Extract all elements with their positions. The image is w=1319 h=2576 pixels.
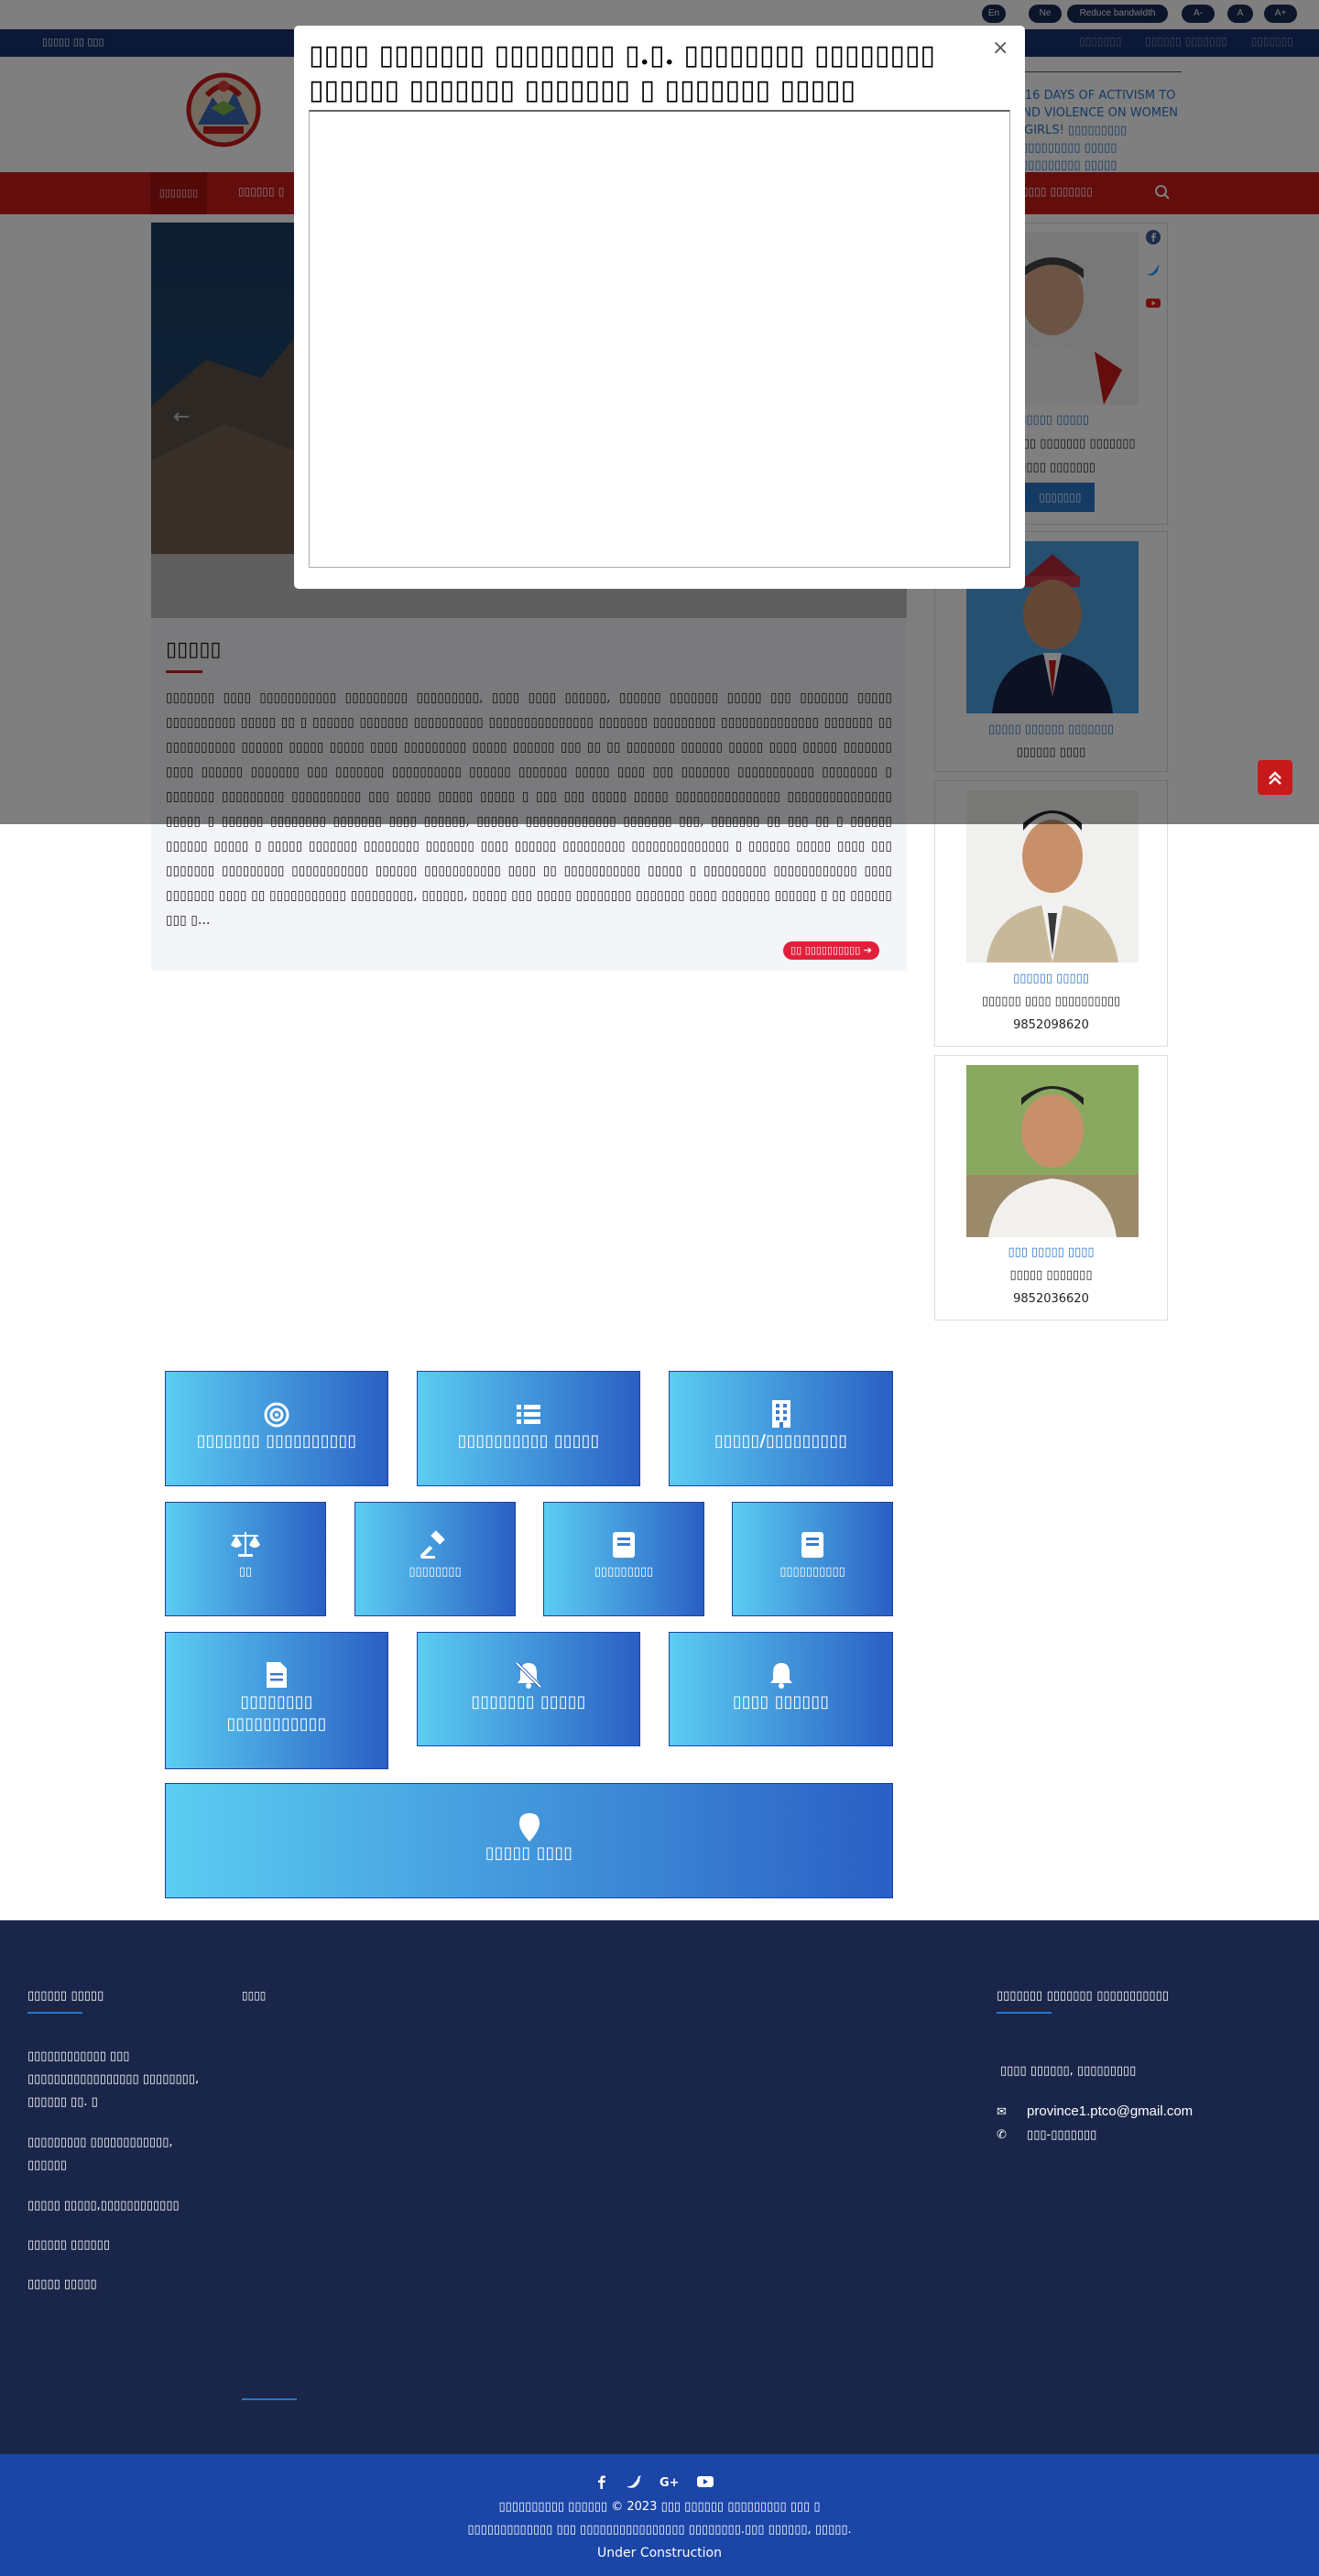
official-photo-4[interactable]	[966, 1065, 1139, 1237]
balance-scale-icon	[166, 1530, 325, 1561]
footer-phone-row: ✆ ▯▯▯-▯▯▯▯▯▯▯	[997, 2124, 1096, 2147]
footer-facebook-icon[interactable]	[593, 2473, 611, 2491]
official-name-3[interactable]: ▯▯▯▯▯▯ ▯▯▯▯▯	[935, 972, 1167, 985]
book-icon	[733, 1530, 892, 1563]
book-icon	[544, 1530, 703, 1563]
building-icon	[670, 1399, 892, 1432]
footer-address: ▯▯▯▯ ▯▯▯▯▯▯, ▯▯▯▯▯▯▯▯▯	[1000, 2064, 1137, 2078]
footer-link-1c[interactable]: ▯▯▯▯▯▯ ▯▯. ▯	[27, 2091, 98, 2114]
tile-publications-line1: ▯▯▯▯▯▯▯▯	[240, 1692, 313, 1712]
arrow-right-icon: ➔	[863, 944, 872, 956]
footer-youtube-icon[interactable]	[696, 2473, 714, 2491]
tile-old-notices-label: ▯▯▯▯▯▯▯ ▯▯▯▯▯	[471, 1692, 586, 1712]
tile-organization[interactable]: ▯▯▯▯▯/▯▯▯▯▯▯▯▯▯	[669, 1371, 893, 1486]
bell-icon	[670, 1660, 892, 1693]
official-role-4: ▯▯▯▯▯ ▯▯▯▯▯▯▯	[1009, 1268, 1093, 1282]
chevron-double-up-icon	[1269, 771, 1281, 785]
tile-new-notices-label: ▯▯▯▯ ▯▯▯▯▯▯	[732, 1692, 830, 1712]
site-footer: ▯▯▯▯▯▯ ▯▯▯▯▯ ▯▯▯▯▯▯▯▯▯▯▯▯ ▯▯▯ ▯▯▯▯▯▯▯▯▯▯…	[0, 1920, 1319, 2454]
tile-objectives-label: ▯▯▯▯▯▯▯ ▯▯▯▯▯▯▯▯▯▯	[196, 1431, 357, 1451]
footer-phone[interactable]: ▯▯▯-▯▯▯▯▯▯▯	[1027, 2128, 1096, 2142]
footer-twitter-icon[interactable]	[625, 2473, 643, 2491]
footer-contact-title: ▯▯▯▯▯▯▯ ▯▯▯▯▯▯▯ ▯▯▯▯▯▯▯▯▯▯▯	[997, 1989, 1169, 2003]
footer-google-plus-icon[interactable]: G+	[660, 2473, 678, 2491]
tile-publications[interactable]: ▯▯▯▯▯▯▯▯ ▯▯▯▯▯▯▯▯▯▯▯	[165, 1632, 388, 1769]
bottom-bar: G+ ▯▯▯▯▯▯▯▯▯▯ ▯▯▯▯▯▯ © 2023 ▯▯▯ ▯▯▯▯▯▯ ▯…	[0, 2454, 1319, 2576]
official-role-3: ▯▯▯▯▯▯ ▯▯▯▯ ▯▯▯▯▯▯▯▯▯▯	[981, 995, 1121, 1008]
footer-email[interactable]: province1.ptco@gmail.com	[1027, 2103, 1193, 2119]
envelope-icon: ✉	[997, 2105, 1007, 2119]
modal-title: ▯▯▯▯ ▯▯▯▯▯▯▯ ▯▯▯▯▯▯▯▯ ▯.▯. ▯▯▯▯▯▯▯▯ ▯▯▯▯…	[309, 39, 935, 106]
tile-procedures[interactable]: ▯▯▯▯▯▯▯▯▯▯	[732, 1502, 893, 1616]
copyright-text: ▯▯▯▯▯▯▯▯▯▯ ▯▯▯▯▯▯ © 2023 ▯▯▯ ▯▯▯▯▯▯ ▯▯▯▯…	[498, 2500, 821, 2514]
svg-text:G+: G+	[660, 2476, 678, 2490]
gavel-icon	[355, 1530, 515, 1563]
notice-modal: ▯▯▯▯ ▯▯▯▯▯▯▯ ▯▯▯▯▯▯▯▯ ▯.▯. ▯▯▯▯▯▯▯▯ ▯▯▯▯…	[294, 26, 1025, 589]
footer-link-4[interactable]: ▯▯▯▯▯▯ ▯▯▯▯▯▯	[27, 2234, 110, 2256]
tile-organization-label: ▯▯▯▯▯/▯▯▯▯▯▯▯▯▯	[714, 1431, 848, 1451]
tile-publications-label: ▯▯▯▯▯▯▯▯ ▯▯▯▯▯▯▯▯▯▯▯	[166, 1691, 387, 1735]
footer-link-2[interactable]: ▯▯▯▯▯▯▯▯▯ ▯▯▯▯▯▯▯▯▯▯▯▯,	[27, 2131, 173, 2154]
bell-slash-icon	[418, 1660, 639, 1693]
phone-icon: ✆	[997, 2128, 1007, 2142]
official-name-4[interactable]: ▯▯▯ ▯▯▯▯▯ ▯▯▯▯	[935, 1245, 1167, 1259]
read-more-button[interactable]: ▯▯ ▯▯▯▯▯▯▯▯▯▯ ➔	[783, 941, 879, 960]
tile-law[interactable]: ▯▯	[165, 1502, 326, 1616]
tile-services-label: ▯▯▯▯▯▯▯▯▯▯ ▯▯▯▯▯	[457, 1431, 600, 1451]
footer-link-2b[interactable]: ▯▯▯▯▯▯	[27, 2154, 67, 2177]
list-icon	[418, 1401, 639, 1432]
tile-publications-line2: ▯▯▯▯▯▯▯▯▯▯▯	[226, 1714, 327, 1734]
official-phone-4: 9852036620	[1013, 1292, 1089, 1306]
tile-procedures-label: ▯▯▯▯▯▯▯▯▯▯	[779, 1565, 845, 1579]
target-icon	[166, 1401, 387, 1432]
tile-law-label: ▯▯	[238, 1565, 253, 1579]
footer-col1-underline	[27, 2012, 82, 2014]
map-marker-icon	[166, 1811, 892, 1846]
tile-location[interactable]: ▯▯▯▯▯ ▯▯▯▯	[165, 1783, 893, 1898]
back-to-top-button[interactable]	[1258, 760, 1292, 795]
footer-col1-title: ▯▯▯▯▯▯ ▯▯▯▯▯	[27, 1989, 104, 2003]
modal-document-frame[interactable]	[309, 110, 1010, 568]
footer-col2-underline	[242, 2398, 297, 2400]
footer-col2-title: ▯▯▯▯	[242, 1989, 267, 2002]
tile-regulations-label: ▯▯▯▯▯▯▯▯	[409, 1565, 462, 1579]
site-status-text: Under Construction	[597, 2546, 722, 2560]
tile-services[interactable]: ▯▯▯▯▯▯▯▯▯▯ ▯▯▯▯▯	[417, 1371, 640, 1486]
footer-link-1[interactable]: ▯▯▯▯▯▯▯▯▯▯▯▯ ▯▯▯	[27, 2045, 129, 2068]
document-icon	[166, 1660, 387, 1693]
footer-link-1b[interactable]: ▯▯▯▯▯▯▯▯▯▯▯▯▯▯▯▯▯ ▯▯▯▯▯▯▯▯,	[27, 2068, 199, 2091]
footer-contact-underline	[997, 2012, 1052, 2014]
official-phone-3: 9852098620	[1013, 1018, 1089, 1032]
read-more-label: ▯▯ ▯▯▯▯▯▯▯▯▯▯	[790, 944, 861, 956]
official-card-4: ▯▯▯ ▯▯▯▯▯ ▯▯▯▯ ▯▯▯▯▯ ▯▯▯▯▯▯▯ 9852036620	[934, 1055, 1168, 1321]
tile-guidelines-label: ▯▯▯▯▯▯▯▯▯	[594, 1565, 654, 1579]
tile-old-notices[interactable]: ▯▯▯▯▯▯▯ ▯▯▯▯▯	[417, 1632, 640, 1746]
tile-location-label: ▯▯▯▯▯ ▯▯▯▯	[485, 1843, 573, 1863]
footer-link-3[interactable]: ▯▯▯▯▯ ▯▯▯▯▯,▯▯▯▯▯▯▯▯▯▯▯▯	[27, 2194, 180, 2217]
tile-new-notices[interactable]: ▯▯▯▯ ▯▯▯▯▯▯	[669, 1632, 893, 1746]
footer-email-row: ✉ province1.ptco@gmail.com	[997, 2100, 1193, 2124]
office-text: ▯▯▯▯▯▯▯▯▯▯▯▯▯ ▯▯▯ ▯▯▯▯▯▯▯▯▯▯▯▯▯▯▯▯ ▯▯▯▯▯…	[467, 2523, 852, 2537]
tile-objectives[interactable]: ▯▯▯▯▯▯▯ ▯▯▯▯▯▯▯▯▯▯	[165, 1371, 388, 1486]
close-icon[interactable]: ×	[992, 37, 1008, 60]
footer-link-5[interactable]: ▯▯▯▯▯ ▯▯▯▯▯	[27, 2273, 97, 2296]
tile-guidelines[interactable]: ▯▯▯▯▯▯▯▯▯	[543, 1502, 704, 1616]
tile-regulations[interactable]: ▯▯▯▯▯▯▯▯	[354, 1502, 516, 1616]
